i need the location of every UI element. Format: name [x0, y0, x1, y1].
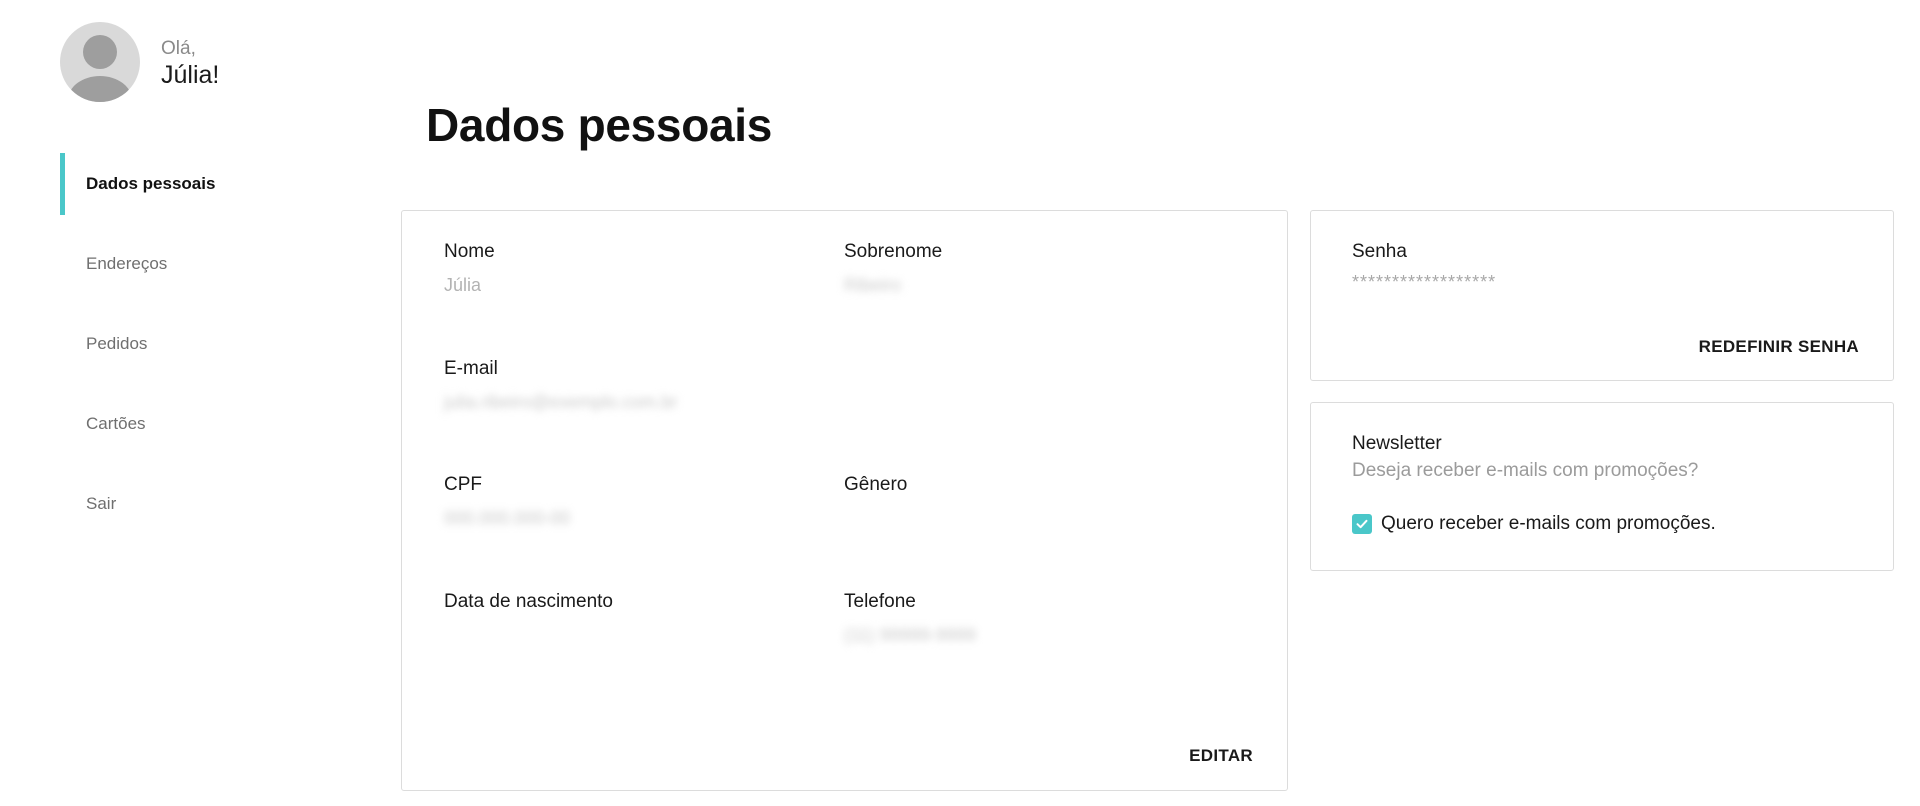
sidebar-item-label: Pedidos — [86, 334, 148, 353]
newsletter-checkbox-label: Quero receber e-mails com promoções. — [1381, 513, 1716, 534]
birth-date-label: Data de nascimento — [444, 591, 613, 612]
password-value: ****************** — [1352, 272, 1497, 292]
sidebar-item-pedidos[interactable]: Pedidos — [60, 313, 320, 375]
greeting-hello: Olá, — [161, 38, 196, 59]
email-field: E-mail julia.ribeiro@exemplo.com.br — [444, 357, 677, 414]
sidebar-item-label: Cartões — [86, 414, 146, 433]
email-label: E-mail — [444, 358, 498, 379]
page-title: Dados pessoais — [426, 99, 773, 151]
newsletter-opt-in[interactable]: Quero receber e-mails com promoções. — [1352, 513, 1716, 535]
sidebar-nav: Dados pessoais Endereços Pedidos Cartões… — [60, 153, 320, 553]
last-name-value: Ribeiro — [844, 275, 902, 295]
profile-header: Olá, Júlia! — [60, 22, 219, 102]
user-avatar-icon — [60, 22, 140, 102]
last-name-field: Sobrenome Ribeiro — [844, 240, 942, 297]
cpf-label: CPF — [444, 474, 482, 495]
first-name-value: Júlia — [444, 275, 482, 295]
sidebar-item-label: Dados pessoais — [86, 174, 216, 193]
newsletter-subtitle: Deseja receber e-mails com promoções? — [1352, 460, 1699, 481]
password-label: Senha — [1352, 241, 1407, 262]
password-card: Senha ****************** REDEFINIR SENHA — [1310, 210, 1894, 381]
sidebar-item-enderecos[interactable]: Endereços — [60, 233, 320, 295]
phone-label: Telefone — [844, 591, 916, 612]
newsletter-card: Newsletter Deseja receber e-mails com pr… — [1310, 402, 1894, 571]
account-page: Olá, Júlia! Dados pessoais Endereços Ped… — [0, 0, 1920, 806]
sidebar-item-sair[interactable]: Sair — [60, 473, 320, 535]
last-name-label: Sobrenome — [844, 241, 943, 262]
greeting: Olá, Júlia! — [161, 34, 219, 90]
email-value: julia.ribeiro@exemplo.com.br — [444, 392, 678, 412]
checkmark-icon — [1356, 519, 1368, 529]
reset-password-button[interactable]: REDEFINIR SENHA — [1699, 337, 1859, 357]
phone-field: Telefone (11) 99999-9999 — [844, 590, 976, 647]
first-name-label: Nome — [444, 241, 495, 262]
password-field: Senha ****************** — [1352, 240, 1496, 294]
sidebar-item-label: Endereços — [86, 254, 168, 273]
phone-value: (11) 99999-9999 — [844, 625, 976, 645]
sidebar-item-label: Sair — [86, 494, 117, 513]
edit-button[interactable]: EDITAR — [1189, 746, 1253, 766]
sidebar-item-dados-pessoais[interactable]: Dados pessoais — [60, 153, 320, 215]
birth-date-field: Data de nascimento — [444, 590, 613, 623]
cpf-value: 000.000.000-00 — [444, 508, 571, 528]
gender-label: Gênero — [844, 474, 908, 495]
sidebar-item-cartoes[interactable]: Cartões — [60, 393, 320, 455]
newsletter-title: Newsletter — [1352, 433, 1442, 454]
greeting-name: Júlia! — [161, 61, 220, 89]
gender-field: Gênero — [844, 473, 907, 506]
first-name-field: Nome Júlia — [444, 240, 495, 297]
cpf-field: CPF 000.000.000-00 — [444, 473, 570, 530]
newsletter-checkbox[interactable] — [1352, 514, 1372, 534]
personal-data-card: Nome Júlia Sobrenome Ribeiro E-mail juli… — [401, 210, 1288, 791]
